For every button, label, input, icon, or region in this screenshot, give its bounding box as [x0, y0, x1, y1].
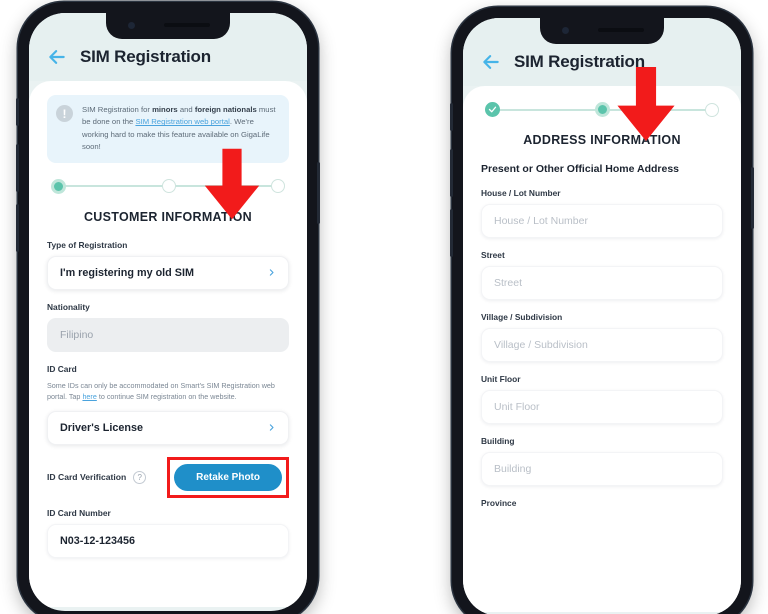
house-lot-number-input[interactable]: House / Lot Number: [481, 204, 723, 238]
chevron-right-icon: [267, 423, 276, 432]
app-body-left: ! SIM Registration for minors and foreig…: [29, 81, 307, 607]
question-mark-icon[interactable]: ?: [133, 470, 147, 484]
earpiece-speaker: [164, 23, 210, 27]
field-id-card: ID Card Some IDs can only be accommodate…: [47, 364, 289, 445]
step-dot-3: [271, 179, 285, 194]
earpiece-speaker: [598, 28, 644, 32]
volume-down-button[interactable]: [16, 204, 19, 252]
step-dot-2: [161, 179, 176, 194]
subsection-title: Present or Other Official Home Address: [481, 163, 679, 175]
field-label-building: Building: [481, 436, 515, 446]
volume-down-button[interactable]: [450, 209, 453, 257]
id-card-verification-row: ID Card Verification ? Retake Photo: [47, 456, 289, 498]
section-title: CUSTOMER INFORMATION: [83, 209, 253, 224]
retake-photo-button[interactable]: Retake Photo: [174, 463, 282, 491]
id-card-select[interactable]: Driver's License: [47, 410, 289, 445]
building-placeholder: Building: [494, 463, 532, 475]
field-label-province: Province: [481, 498, 517, 508]
field-label-nationality: Nationality: [47, 301, 90, 312]
retake-photo-highlight-box: Retake Photo: [167, 456, 289, 498]
front-camera-icon: [562, 27, 569, 34]
street-placeholder: Street: [494, 277, 523, 289]
step-dot-1: [51, 178, 66, 194]
progress-stepper-right: [485, 102, 719, 117]
stepper-step-2[interactable]: [595, 102, 610, 117]
house-lot-number-placeholder: House / Lot Number: [494, 215, 588, 227]
type-of-registration-select[interactable]: I'm registering my old SIM: [47, 255, 289, 290]
field-label-id-card-number: ID Card Number: [47, 507, 111, 518]
unit-floor-placeholder: Unit Floor: [494, 401, 540, 413]
field-street: Street Street: [481, 250, 723, 300]
field-province: Province: [481, 498, 723, 508]
village-subdivision-input[interactable]: Village / Subdivision: [481, 328, 723, 362]
stepper-step-1[interactable]: [485, 102, 500, 117]
nationality-input[interactable]: Filipino: [47, 317, 289, 352]
id-card-number-value: N03-12-123456: [60, 534, 136, 547]
progress-stepper-left: [51, 178, 285, 194]
step-dot-2: [595, 102, 610, 117]
stepper-step-1[interactable]: [51, 178, 66, 194]
info-banner-text: SIM Registration for minors and foreign …: [82, 104, 279, 154]
field-building: Building Building: [481, 436, 723, 486]
id-card-here-link[interactable]: here: [82, 392, 96, 401]
field-label-house-lot-number: House / Lot Number: [481, 188, 561, 198]
info-banner: ! SIM Registration for minors and foreig…: [47, 95, 289, 163]
info-icon: !: [56, 105, 73, 122]
field-label-unit-floor: Unit Floor: [481, 374, 521, 384]
field-unit-floor: Unit Floor Unit Floor: [481, 374, 723, 424]
field-type-of-registration: Type of Registration I'm registering my …: [47, 240, 289, 290]
page-title: SIM Registration: [80, 47, 211, 66]
field-label-village-subdivision: Village / Subdivision: [481, 312, 563, 322]
volume-up-button[interactable]: [16, 144, 19, 192]
page-title: SIM Registration: [514, 52, 645, 71]
field-id-card-number: ID Card Number N03-12-123456: [47, 508, 289, 558]
building-input[interactable]: Building: [481, 452, 723, 486]
mute-switch[interactable]: [450, 103, 453, 131]
banner-text-part-2: and: [177, 105, 195, 114]
power-button[interactable]: [317, 162, 320, 224]
unit-floor-input[interactable]: Unit Floor: [481, 390, 723, 424]
field-nationality: Nationality Filipino: [47, 302, 289, 352]
banner-bold-foreign-nationals: foreign nationals: [194, 105, 257, 114]
back-arrow-icon[interactable]: [481, 52, 501, 72]
phone-mockup-left: SIM Registration ! SIM Registration for …: [16, 2, 320, 614]
screenshot-stage: SIM Registration ! SIM Registration for …: [0, 0, 768, 614]
banner-bold-minors: minors: [152, 105, 178, 114]
back-arrow-icon[interactable]: [47, 47, 67, 67]
phone-screen-right: SIM Registration ADDRESS INFORMATION Pre…: [463, 18, 741, 614]
stepper-step-3[interactable]: [271, 179, 285, 194]
phone-mockup-right: SIM Registration ADDRESS INFORMATION Pre…: [450, 7, 754, 614]
chevron-right-icon: [267, 268, 276, 277]
step-dot-3: [705, 102, 719, 117]
notch: [540, 18, 664, 44]
id-card-helper-part-2: to continue SIM registration on the webs…: [96, 392, 237, 402]
phone-screen-left: SIM Registration ! SIM Registration for …: [29, 13, 307, 611]
stepper-step-3[interactable]: [705, 102, 719, 117]
field-label-id-card: ID Card: [47, 363, 77, 374]
power-button[interactable]: [751, 167, 754, 229]
front-camera-icon: [128, 22, 135, 29]
field-house-lot-number: House / Lot Number House / Lot Number: [481, 188, 723, 238]
village-subdivision-placeholder: Village / Subdivision: [494, 339, 588, 351]
id-card-helper-text: Some IDs can only be accommodated on Sma…: [47, 380, 289, 403]
notch: [106, 13, 230, 39]
field-label-street: Street: [481, 250, 505, 260]
field-label-id-card-verification: ID Card Verification: [47, 472, 127, 483]
id-card-value: Driver's License: [60, 421, 143, 434]
mute-switch[interactable]: [16, 98, 19, 126]
field-village-subdivision: Village / Subdivision Village / Subdivis…: [481, 312, 723, 362]
banner-text-part-1: SIM Registration for: [82, 105, 153, 114]
volume-up-button[interactable]: [450, 149, 453, 197]
field-label-type-of-registration: Type of Registration: [47, 239, 128, 250]
id-card-number-input[interactable]: N03-12-123456: [47, 523, 289, 558]
app-body-right: ADDRESS INFORMATION Present or Other Off…: [463, 86, 741, 612]
step-dot-1-checkmark: [485, 102, 500, 117]
type-of-registration-value: I'm registering my old SIM: [60, 266, 194, 279]
section-title: ADDRESS INFORMATION: [523, 133, 681, 147]
sim-registration-portal-link[interactable]: SIM Registration web portal: [135, 117, 229, 126]
stepper-step-2[interactable]: [161, 179, 176, 194]
street-input[interactable]: Street: [481, 266, 723, 300]
nationality-placeholder: Filipino: [60, 328, 94, 341]
